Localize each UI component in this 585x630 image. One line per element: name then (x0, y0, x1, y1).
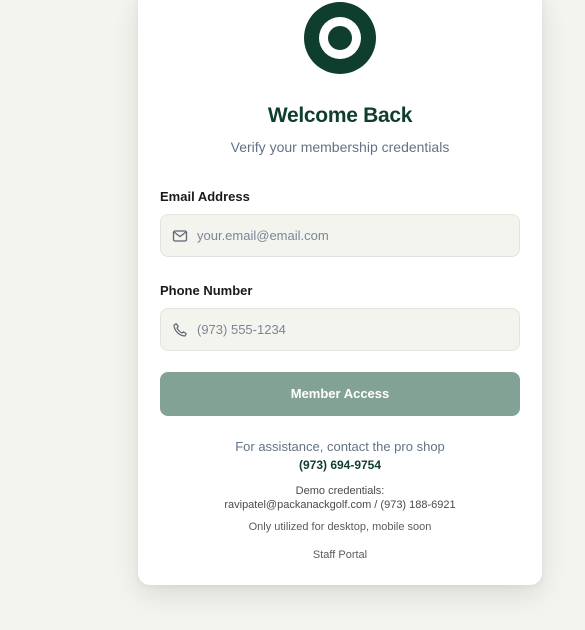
email-field-wrapper[interactable] (160, 214, 520, 257)
phone-label: Phone Number (160, 283, 253, 298)
login-card: Welcome Back Verify your membership cred… (138, 0, 542, 585)
member-access-button[interactable]: Member Access (160, 372, 520, 416)
mail-icon (172, 230, 188, 242)
phone-icon (173, 323, 187, 337)
page-subtitle: Verify your membership credentials (230, 139, 450, 155)
phone-field-wrapper[interactable] (160, 308, 520, 351)
pro-shop-phone: (973) 694-9754 (298, 458, 382, 472)
desktop-only-note: Only utilized for desktop, mobile soon (248, 521, 432, 533)
email-label: Email Address (160, 189, 250, 204)
demo-credentials-heading: Demo credentials: (295, 485, 385, 497)
staff-portal-link[interactable]: Staff Portal (138, 549, 542, 561)
demo-credentials-value: ravipatel@packanackgolf.com / (973) 188-… (224, 499, 456, 511)
page-title: Welcome Back (267, 104, 413, 127)
phone-input[interactable] (197, 309, 512, 350)
assistance-text: For assistance, contact the pro shop (235, 439, 445, 454)
email-input[interactable] (197, 215, 512, 256)
target-icon (304, 2, 376, 74)
